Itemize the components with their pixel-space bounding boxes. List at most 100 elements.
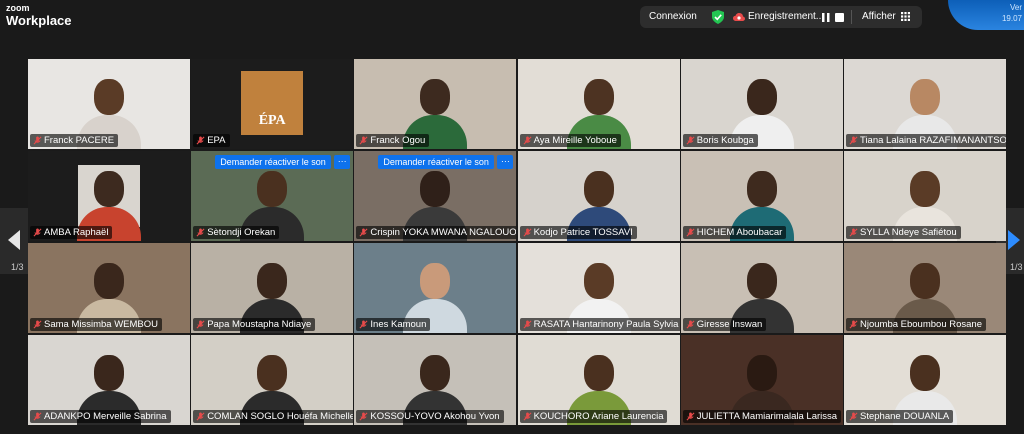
muted-mic-icon [523,320,532,329]
participant-tile[interactable]: AMBA Raphaël [28,151,190,241]
grid-view-icon[interactable] [901,12,910,21]
corner-line-1: Ver [1009,3,1022,12]
muted-mic-icon [523,136,532,145]
participant-name: Sama Missimba WEMBOU [44,319,159,330]
participant-name-label: COMLAN SOGLO Houéfa Michelle [193,410,354,423]
participant-face [257,355,288,391]
participant-face [583,263,614,299]
participant-face [420,171,451,207]
afficher-button[interactable]: Afficher [862,11,896,22]
participant-face [746,355,777,391]
corner-banner: Ver 19.07 [948,0,1024,30]
participant-tile[interactable]: JULIETTA Mamiarimalala Larissa [680,335,843,425]
participant-tile[interactable]: Njoumba Eboumbou Rosane [844,243,1006,333]
chevron-right-icon [1008,230,1020,250]
participant-tile[interactable]: Papa Moustapha Ndiaye [191,243,354,333]
participant-tile[interactable]: Aya Mireille Yoboue [517,59,680,149]
participant-tile[interactable]: ADANKPO Merveille Sabrina [28,335,190,425]
more-options-button[interactable]: ··· [497,155,514,169]
participant-face [94,355,124,391]
participant-name-label: Ines Kamoun [356,318,431,331]
participant-name: Njoumba Eboumbou Rosane [860,319,982,330]
participant-face [94,263,124,299]
participant-tile[interactable]: RASATA Hantarinony Paula Sylvia [517,243,680,333]
participant-name-label: Papa Moustapha Ndiaye [193,318,316,331]
connexion-button[interactable]: Connexion [649,11,697,22]
participant-tile[interactable]: COMLAN SOGLO Houéfa Michelle [191,335,354,425]
muted-mic-icon [359,228,368,237]
pause-recording-icon[interactable] [822,13,830,22]
participant-name-label: HICHEM Aboubacar [682,226,787,239]
participant-face [583,79,614,115]
participant-name-label: SYLLA Ndeye Safiétou [846,226,961,239]
participant-name-label: Tiana Lalaina RAZAFIMANANTSOA [846,134,1006,147]
recording-label: Enregistrement... [748,11,825,22]
top-bar: zoom Workplace Connexion Enregistrement.… [0,0,1024,34]
participant-tile[interactable]: HICHEM Aboubacar [680,151,843,241]
participant-tile[interactable]: KOUCHORO Ariane Laurencia [517,335,680,425]
muted-mic-icon [686,320,695,329]
muted-mic-icon [686,412,695,421]
corner-line-2: 19.07 [1001,14,1022,23]
muted-mic-icon [523,412,532,421]
participant-face [257,263,288,299]
muted-mic-icon [33,320,42,329]
participant-face [910,79,940,115]
participant-name-label: Giresse Inswan [682,318,767,331]
participant-tile[interactable]: Crispin YOKA MWANA NGALOUO Demander réact… [354,151,517,241]
participant-name-label: Crispin YOKA MWANA NGALOUO [356,226,517,239]
participant-tile[interactable]: Stephane DOUANLA [844,335,1006,425]
shield-check-icon[interactable] [712,10,724,24]
participant-face [746,79,777,115]
participant-name: Tiana Lalaina RAZAFIMANANTSOA [860,135,1006,146]
participant-name: Boris Koubga [696,135,754,146]
participant-tile[interactable]: Sètondji Orekan Demander réactiver le son… [191,151,354,241]
participant-tile[interactable]: Franck PACERE [28,59,190,149]
participant-tile[interactable]: SYLLA Ndeye Safiétou [844,151,1006,241]
participant-name: JULIETTA Mamiarimalala Larissa [696,411,838,422]
participant-name-label: RASATA Hantarinony Paula Sylvia [519,318,680,331]
stop-recording-icon[interactable] [835,13,844,22]
participant-name: KOSSOU-YOVO Akohou Yvon [370,411,500,422]
participant-name-label: KOUCHORO Ariane Laurencia [519,410,668,423]
participant-name: Crispin YOKA MWANA NGALOUO [370,227,517,238]
chevron-left-icon [8,230,20,250]
muted-mic-icon [359,136,368,145]
participant-tile[interactable]: Sama Missimba WEMBOU [28,243,190,333]
participant-name: COMLAN SOGLO Houéfa Michelle [207,411,354,422]
participant-tile[interactable]: KOSSOU-YOVO Akohou Yvon [354,335,517,425]
participant-face [94,171,124,207]
participant-tile[interactable]: Giresse Inswan [680,243,843,333]
participant-name: ADANKPO Merveille Sabrina [44,411,167,422]
page-indicator-right: 1/3 [1010,262,1023,272]
participant-tile[interactable]: Franck Ogou [354,59,517,149]
muted-mic-icon [196,136,205,145]
participant-face [746,171,777,207]
pill-divider [851,10,852,24]
participant-tile[interactable]: Boris Koubga [680,59,843,149]
participant-name: Ines Kamoun [370,319,427,330]
participant-name: EPA [207,135,226,146]
meeting-status-pill: Connexion Enregistrement... Afficher [640,6,922,28]
participant-tile[interactable]: Kodjo Patrice TOSSAVI [517,151,680,241]
participant-face [420,79,451,115]
epa-logo: ÉPA [241,71,304,135]
participant-tile[interactable]: Ines Kamoun [354,243,517,333]
participant-face [583,355,614,391]
participant-face [746,263,777,299]
participant-name: Papa Moustapha Ndiaye [207,319,312,330]
video-gallery: Franck PACERE ÉPA EPA Franck Ogou Aya Mireil… [28,59,1006,427]
participant-name: Stephane DOUANLA [860,411,950,422]
participant-tile[interactable]: Tiana Lalaina RAZAFIMANANTSOA [844,59,1006,149]
request-unmute-button[interactable]: Demander réactiver le son [378,155,494,169]
muted-mic-icon [686,228,695,237]
more-options-button[interactable]: ··· [334,155,351,169]
logo-line-1: zoom [6,3,30,13]
participant-tile[interactable]: ÉPA EPA [191,59,354,149]
request-unmute-button[interactable]: Demander réactiver le son [215,155,331,169]
participant-name: Kodjo Patrice TOSSAVI [533,227,633,238]
page-indicator-left: 1/3 [11,262,24,272]
participant-face [910,263,940,299]
participant-name-label: Boris Koubga [682,134,758,147]
muted-mic-icon [523,228,532,237]
